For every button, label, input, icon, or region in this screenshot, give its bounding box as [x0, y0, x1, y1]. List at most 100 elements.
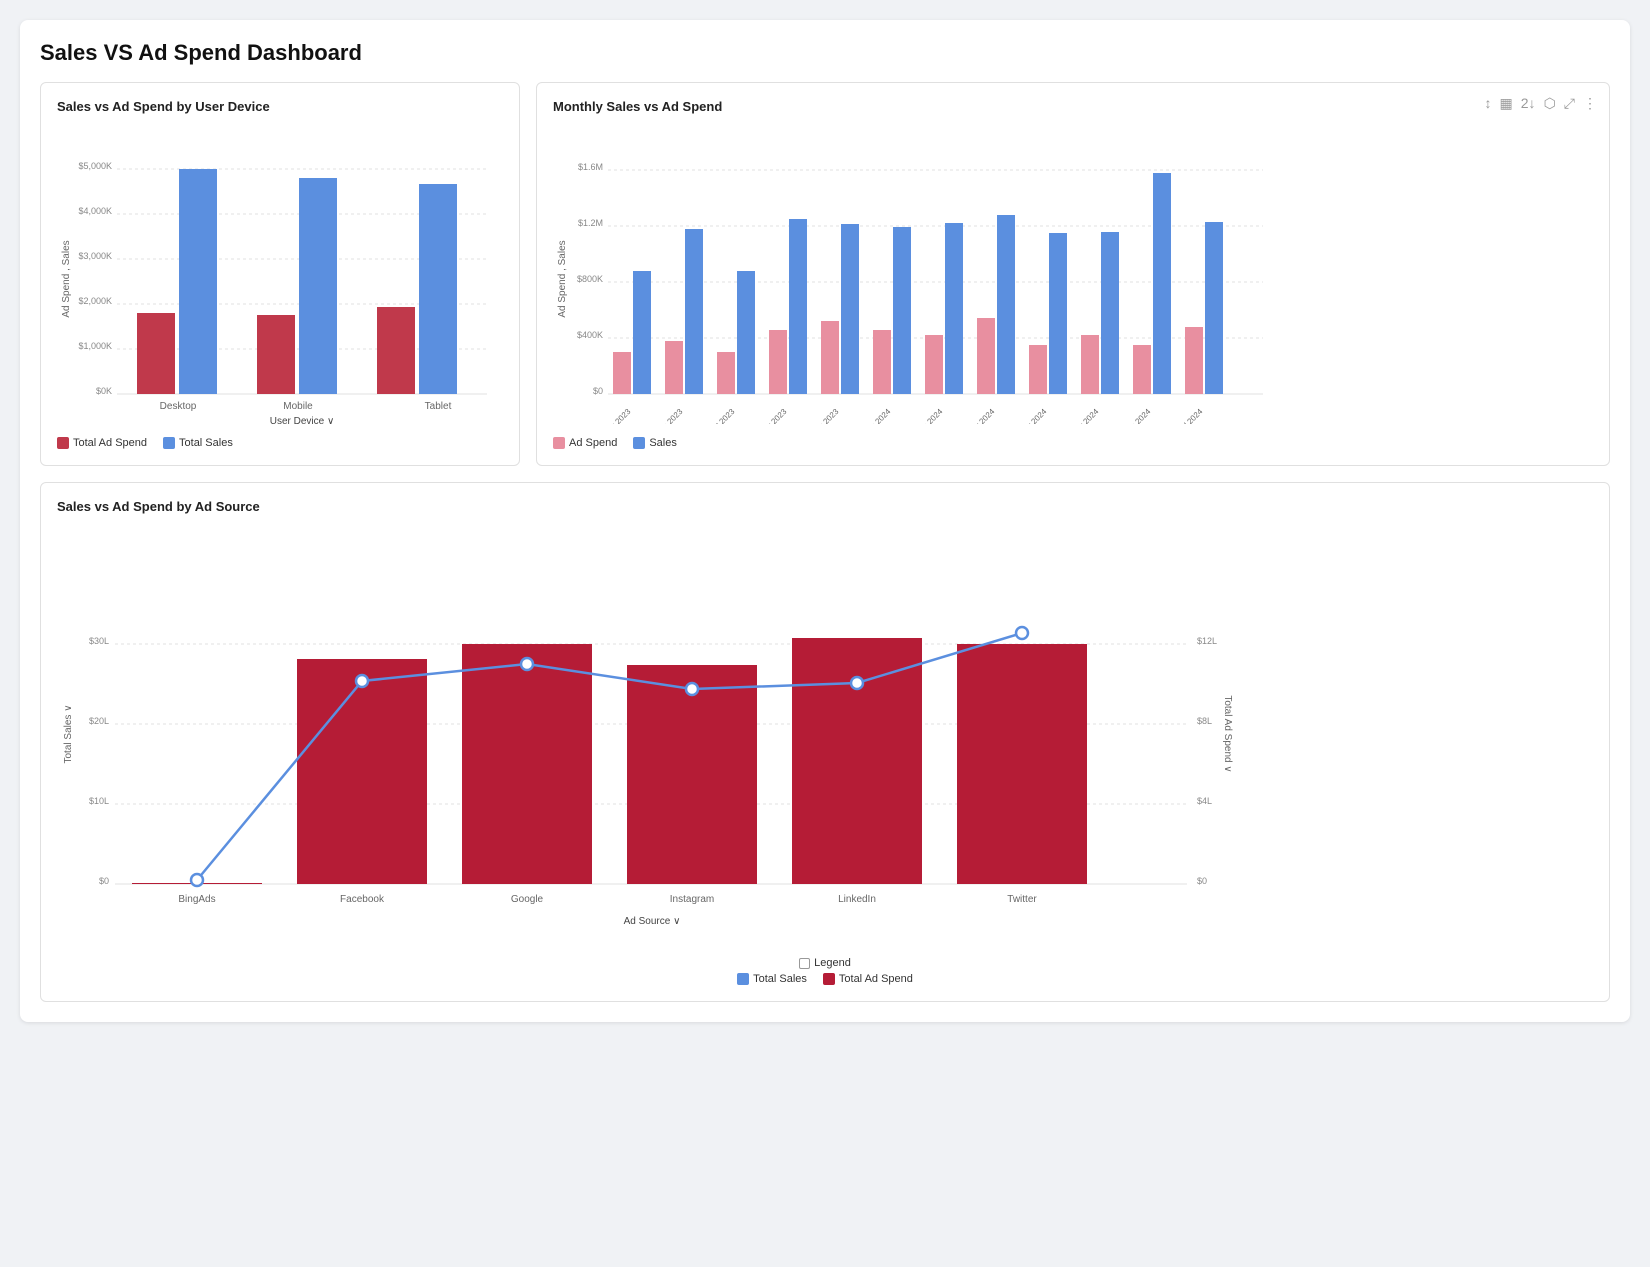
- svg-text:$20L: $20L: [89, 716, 109, 726]
- svg-text:Jan 2024: Jan 2024: [863, 407, 893, 424]
- chart2-toolbar: ↕ ▦ 2↓ ⬡ ⤢ ⋮: [1485, 95, 1597, 112]
- svg-text:$4,000K: $4,000K: [78, 206, 112, 216]
- dot-instagram: [686, 683, 698, 695]
- legend-sales-label: Total Sales: [179, 437, 233, 449]
- svg-text:$800K: $800K: [577, 274, 603, 284]
- svg-text:Ad Spend , Sales: Ad Spend , Sales: [557, 240, 568, 317]
- svg-text:$12L: $12L: [1197, 636, 1217, 646]
- legend-checkbox: [799, 958, 810, 969]
- svg-text:$2,000K: $2,000K: [78, 296, 112, 306]
- legend-adspend3-label: Total Ad Spend: [839, 973, 913, 985]
- legend-title-row: Legend: [799, 957, 851, 969]
- bar-tablet-sales: [419, 184, 457, 394]
- svg-text:$1,000K: $1,000K: [78, 341, 112, 351]
- bar-twitter: [957, 644, 1087, 884]
- chart-monthly: Monthly Sales vs Ad Spend ↕ ▦ 2↓ ⬡ ⤢ ⋮ A…: [536, 82, 1610, 466]
- bar-desktop-adspend: [137, 313, 175, 394]
- svg-text:$0: $0: [99, 876, 109, 886]
- legend-total-sales: Total Sales: [163, 437, 233, 449]
- svg-text:Twitter: Twitter: [1007, 894, 1037, 905]
- bar-google: [462, 644, 592, 884]
- legend-adspend2: Ad Spend: [553, 437, 617, 449]
- dashboard-title: Sales VS Ad Spend Dashboard: [40, 40, 1610, 66]
- svg-text:Desktop: Desktop: [160, 401, 197, 412]
- svg-text:Dec 2023: Dec 2023: [810, 407, 841, 424]
- chart-user-device: Sales vs Ad Spend by User Device Ad Spen…: [40, 82, 520, 466]
- chart1-title: Sales vs Ad Spend by User Device: [57, 99, 503, 114]
- bar-facebook: [297, 659, 427, 884]
- svg-text:Jun 2024: Jun 2024: [1123, 407, 1153, 424]
- svg-text:Total Ad Spend ∨: Total Ad Spend ∨: [1222, 695, 1233, 772]
- svg-text:$8L: $8L: [1197, 716, 1212, 726]
- svg-text:$0: $0: [1197, 876, 1207, 886]
- legend-sales2-box: [633, 437, 645, 449]
- chart3-area: Total Sales ∨ Total Ad Spend ∨ $0 $10L $…: [57, 524, 1593, 949]
- legend-sales3-label: Total Sales: [753, 973, 807, 985]
- bar-mobile-adspend: [257, 315, 295, 394]
- svg-text:$400K: $400K: [577, 330, 603, 340]
- svg-text:Google: Google: [511, 894, 544, 905]
- bar-icon[interactable]: ▦: [1500, 95, 1513, 112]
- bar-mobile-sales: [299, 178, 337, 394]
- svg-text:User Device ∨: User Device ∨: [270, 416, 335, 424]
- svg-text:Total Sales ∨: Total Sales ∨: [63, 704, 74, 763]
- legend-adspend2-box: [553, 437, 565, 449]
- svg-text:Aug 2023: Aug 2023: [602, 407, 633, 424]
- svg-text:Instagram: Instagram: [670, 894, 714, 905]
- svg-text:$4L: $4L: [1197, 796, 1212, 806]
- svg-text:Sep 2023: Sep 2023: [654, 407, 685, 424]
- expand-icon[interactable]: ⤢: [1564, 95, 1575, 112]
- svg-text:Ad Spend , Sales: Ad Spend , Sales: [61, 240, 72, 317]
- chart2-area: Ad Spend , Sales $0 $400K $800K $1.2M $1…: [553, 124, 1593, 429]
- legend-title-label: Legend: [814, 957, 851, 969]
- bar-linkedin: [792, 638, 922, 884]
- svg-text:LinkedIn: LinkedIn: [838, 894, 876, 905]
- number-icon[interactable]: 2↓: [1521, 95, 1536, 112]
- dot-linkedin: [851, 677, 863, 689]
- chart2-legend: Ad Spend Sales: [553, 437, 1593, 449]
- legend-adspend3-box: [823, 973, 835, 985]
- dot-bingads: [191, 874, 203, 886]
- svg-text:$5,000K: $5,000K: [78, 161, 112, 171]
- svg-text:Jul 2024: Jul 2024: [1177, 407, 1205, 424]
- legend-sales2-label: Sales: [649, 437, 677, 449]
- chart2-title: Monthly Sales vs Ad Spend: [553, 99, 1593, 114]
- sort-icon[interactable]: ↕: [1485, 95, 1492, 112]
- legend-sales2: Sales: [633, 437, 677, 449]
- chart-ad-source: Sales vs Ad Spend by Ad Source Total Sal…: [40, 482, 1610, 1002]
- legend-items-row: Total Sales Total Ad Spend: [737, 973, 913, 985]
- svg-text:May 2024: May 2024: [1069, 407, 1101, 424]
- legend-total-adspend3: Total Ad Spend: [823, 973, 913, 985]
- dot-twitter: [1016, 627, 1028, 639]
- svg-text:$1.2M: $1.2M: [578, 218, 603, 228]
- bar-instagram: [627, 665, 757, 884]
- dashboard-container: Sales VS Ad Spend Dashboard Sales vs Ad …: [20, 20, 1630, 1022]
- legend-sales-box: [163, 437, 175, 449]
- svg-text:$10L: $10L: [89, 796, 109, 806]
- legend-adspend-label: Total Ad Spend: [73, 437, 147, 449]
- legend-adspend-box: [57, 437, 69, 449]
- chart3-svg: Total Sales ∨ Total Ad Spend ∨ $0 $10L $…: [57, 524, 1237, 944]
- legend-adspend2-label: Ad Spend: [569, 437, 617, 449]
- svg-text:$30L: $30L: [89, 636, 109, 646]
- chart2-svg: Ad Spend , Sales $0 $400K $800K $1.2M $1…: [553, 124, 1273, 424]
- svg-text:BingAds: BingAds: [178, 894, 215, 905]
- chart3-legend: Legend Total Sales Total Ad Spend: [57, 957, 1593, 985]
- svg-text:Mar 2024: Mar 2024: [966, 407, 997, 424]
- svg-text:$3,000K: $3,000K: [78, 251, 112, 261]
- chart1-legend: Total Ad Spend Total Sales: [57, 437, 503, 449]
- chart1-svg: Ad Spend , Sales $0K $1,000K $2,000K $3,…: [57, 124, 497, 424]
- legend-sales3-box: [737, 973, 749, 985]
- svg-text:Ad Source ∨: Ad Source ∨: [624, 916, 681, 927]
- top-row: Sales vs Ad Spend by User Device Ad Spen…: [40, 82, 1610, 466]
- svg-text:Facebook: Facebook: [340, 894, 385, 905]
- export-icon[interactable]: ⬡: [1544, 95, 1556, 112]
- svg-text:Apr 2024: Apr 2024: [1019, 407, 1049, 424]
- svg-text:Feb 2024: Feb 2024: [914, 407, 945, 424]
- legend-ad-spend: Total Ad Spend: [57, 437, 147, 449]
- chart1-area: Ad Spend , Sales $0K $1,000K $2,000K $3,…: [57, 124, 503, 429]
- more-icon[interactable]: ⋮: [1583, 95, 1597, 112]
- svg-text:$0K: $0K: [96, 386, 112, 396]
- bar-desktop-sales: [179, 169, 217, 394]
- svg-text:Nov 2023: Nov 2023: [758, 407, 789, 424]
